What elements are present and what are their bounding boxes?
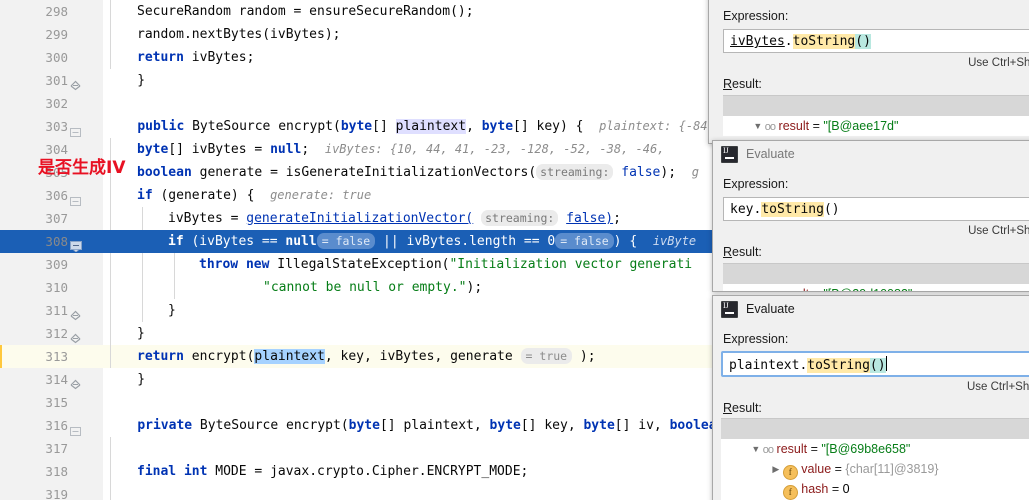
line-number: 299: [45, 27, 68, 42]
fold-start-icon[interactable]: [66, 184, 90, 207]
inline-hint-ivbytes: ivBytes: {10, 44, 41, -23, -128, -52, -3…: [324, 142, 665, 156]
line-number: 298: [45, 4, 68, 19]
result-row[interactable]: ▼ oo result = "[B@69b8e658": [721, 419, 1029, 456]
result-row-partial[interactable]: ▶f: [723, 284, 1029, 291]
line-number: 312: [45, 326, 68, 341]
expression-text: plaintext.toString(): [729, 356, 887, 373]
shortcut-hint: Use Ctrl+Shi: [968, 57, 1029, 69]
execution-pointer-icon[interactable]: [66, 230, 90, 253]
result-tree-plaintext[interactable]: ▼ oo result = "[B@69b8e658" ▶ f value = {c…: [721, 418, 1029, 500]
fold-end-icon[interactable]: [66, 69, 90, 92]
line-number: 307: [45, 211, 68, 226]
method-link-generateInitializationVector[interactable]: generateInitializationVector(: [246, 211, 473, 226]
line-number: 319: [45, 487, 68, 500]
line-number: 313: [45, 349, 68, 364]
line-code: "cannot be null or empty.");: [263, 280, 483, 295]
line-number: 318: [45, 464, 68, 479]
annotation-text-chinese: 是否生成IV: [38, 158, 126, 178]
inline-value-false-2: = false: [555, 233, 614, 249]
line-code: }: [106, 372, 146, 387]
result-tree-ivbytes[interactable]: ▼oo result = "[B@aee17d" ▶f: [723, 95, 1029, 136]
result-row[interactable]: ▼oo result = "[B@29d10082": [723, 264, 1029, 291]
expression-label: Expression:: [723, 177, 789, 191]
inline-hint-plaintext: plaintext: {-84,: [599, 119, 715, 133]
intellij-icon: [721, 145, 738, 163]
line-number: 315: [45, 395, 68, 410]
line-number: 303: [45, 119, 68, 134]
line-code: ivBytes = generateInitializationVector( …: [168, 210, 621, 226]
expression-label: Expression:: [723, 332, 789, 346]
intellij-icon: [721, 300, 738, 318]
line-number: 309: [45, 257, 68, 272]
panel-titlebar[interactable]: Evaluate: [713, 296, 1029, 322]
evaluate-dialog-plaintext[interactable]: Evaluate Expression: plaintext.toString(…: [712, 295, 1029, 500]
shortcut-hint: Use Ctrl+Shi: [968, 225, 1029, 237]
screen: 298 SecureRandom random = ensureSecureRa…: [0, 0, 1029, 500]
line-code: return ivBytes;: [137, 50, 255, 65]
line-code: byte[] ivBytes = null; ivBytes: {10, 44,…: [137, 142, 665, 157]
line-code: SecureRandom random = ensureSecureRandom…: [137, 4, 474, 19]
line-code: if (ivBytes == null = false || ivBytes.le…: [168, 233, 697, 249]
expression-input-plaintext[interactable]: plaintext.toString(): [721, 351, 1029, 377]
line-code: return encrypt(plaintext, key, ivBytes, …: [137, 348, 596, 364]
line-number: 301: [45, 73, 68, 88]
line-code: }: [106, 73, 146, 88]
line-code: if (generate) { generate: true: [137, 188, 372, 203]
fold-end-icon[interactable]: [66, 322, 90, 345]
line-number: 308: [45, 234, 68, 249]
line-number: 316: [45, 418, 68, 433]
expression-label: Expression:: [723, 9, 789, 23]
evaluate-dialog-key[interactable]: Evaluate Expression: key.toString() Use …: [712, 140, 1029, 292]
result-row[interactable]: f hash32 = 0: [721, 479, 1029, 499]
panel-titlebar[interactable]: Evaluate: [713, 141, 1029, 167]
line-code: public ByteSource encrypt(byte[] plainte…: [137, 119, 715, 134]
line-code: random.nextBytes(ivBytes);: [137, 27, 341, 42]
result-row[interactable]: f hash = 0: [721, 459, 1029, 500]
inline-hint-ivbyte-308: ivByte: [652, 234, 697, 248]
evaluate-dialog-ivbytes[interactable]: Expression: ivBytes.toString() Use Ctrl+…: [708, 0, 1029, 144]
inline-hint-generate: generate: true: [270, 188, 372, 202]
result-label: Result:: [723, 401, 762, 415]
line-number: 306: [45, 188, 68, 203]
fold-start-icon[interactable]: [66, 115, 90, 138]
line-number: 317: [45, 441, 68, 456]
line-number: 311: [45, 303, 68, 318]
expression-text: key.toString(): [730, 202, 840, 217]
line-number: 310: [45, 280, 68, 295]
line-number: 300: [45, 50, 68, 65]
panel-title: Evaluate: [746, 302, 795, 316]
inline-value-false-1: = false: [316, 233, 376, 249]
shortcut-hint: Use Ctrl+Shif: [966, 381, 1029, 393]
fold-end-icon[interactable]: [66, 368, 90, 391]
result-row[interactable]: ▼ oo result = "[B@aee17d": [723, 96, 1029, 133]
line-code: throw new IllegalStateException("Initial…: [199, 257, 693, 272]
line-number: 302: [45, 96, 68, 111]
panel-title: Evaluate: [746, 147, 795, 161]
line-code: boolean generate = isGenerateInitializat…: [137, 164, 699, 180]
fold-start-icon[interactable]: [66, 414, 90, 437]
result-row-partial[interactable]: ▶f: [723, 116, 1029, 136]
result-row[interactable]: ▶ f value = {char[11]@3819}: [721, 439, 1029, 480]
line-code: }: [168, 303, 176, 318]
fold-end-icon[interactable]: [66, 299, 90, 322]
line-code: final int MODE = javax.crypto.Cipher.ENC…: [137, 464, 529, 479]
expression-input-ivbytes[interactable]: ivBytes.toString(): [723, 29, 1029, 53]
result-label: Result:: [723, 77, 762, 91]
line-code: private ByteSource encrypt(byte[] plaint…: [137, 418, 725, 433]
param-hint-streaming: streaming:: [536, 164, 614, 180]
expression-text: ivBytes.toString(): [730, 34, 871, 49]
inline-value-true: = true: [520, 348, 573, 364]
expression-input-key[interactable]: key.toString(): [723, 197, 1029, 221]
line-number: 314: [45, 372, 68, 387]
line-code: }: [137, 326, 145, 341]
result-tree-key[interactable]: ▼oo result = "[B@29d10082" ▶f: [723, 263, 1029, 291]
result-label: Result:: [723, 245, 762, 259]
